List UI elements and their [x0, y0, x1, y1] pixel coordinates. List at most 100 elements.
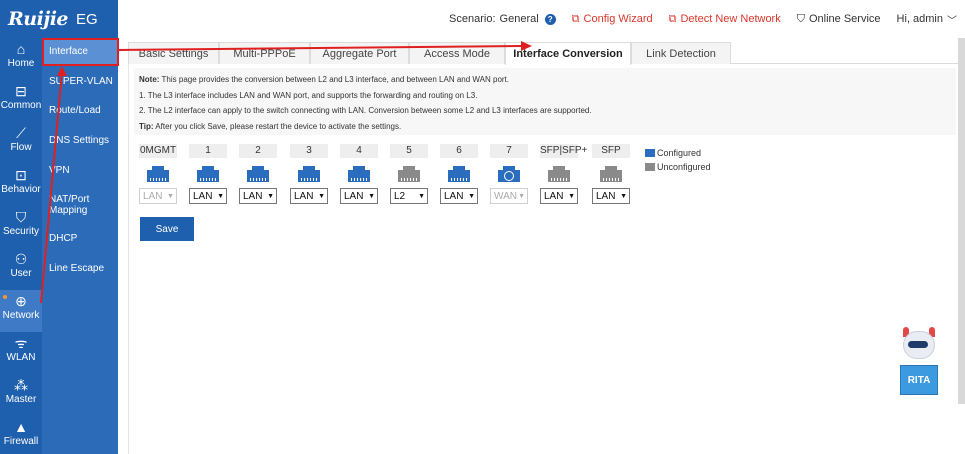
online-service-label: Online Service: [808, 13, 881, 25]
subnav-nat-port-mapping[interactable]: NAT/Port Mapping: [42, 194, 102, 216]
nav-label: Network: [2, 310, 40, 321]
active-indicator-dot: [3, 295, 7, 299]
detect-network-link[interactable]: ⧉ Detect New Network: [669, 13, 781, 26]
tip-text: After you click Save, please restart the…: [155, 121, 402, 131]
home-icon: ⌂: [16, 41, 26, 57]
nav-security[interactable]: ⛉ Security: [0, 206, 42, 248]
wifi-icon: ᯤ: [14, 335, 28, 351]
port-mode-value: WAN: [494, 190, 517, 202]
wan-globe-port-icon: [498, 166, 520, 182]
chevron-down-icon: ▼: [318, 192, 325, 200]
brand-logo: Ruijie: [8, 8, 69, 30]
port-mode-value: LAN: [444, 190, 464, 202]
help-icon[interactable]: ?: [544, 13, 556, 25]
chevron-down-icon: ▼: [620, 192, 627, 200]
content-panel: Note: This page provides the conversion …: [128, 64, 960, 454]
port-mode-select[interactable]: L2 ▼: [390, 188, 428, 204]
online-service-link[interactable]: ⛉ Online Service: [797, 13, 881, 26]
port-0mgmt: 0MGMT LAN ▼: [139, 144, 177, 204]
note-label: Note:: [139, 75, 160, 84]
port-sfp: SFP LAN ▼: [592, 144, 630, 204]
port-legend: Configured Unconfigured: [645, 146, 711, 174]
subnav-dhcp[interactable]: DHCP: [42, 233, 118, 244]
nav-network[interactable]: ⊕ Network: [0, 290, 42, 332]
port-mode-value: LAN: [243, 190, 263, 202]
master-icon: ⁂: [14, 377, 28, 393]
tab-aggregate-port[interactable]: Aggregate Port: [310, 42, 409, 64]
nav-label: Security: [2, 226, 40, 237]
port-mode-value: LAN: [143, 190, 163, 202]
ethernet-port-icon: [448, 166, 470, 182]
nav-user[interactable]: ⚇ User: [0, 248, 42, 290]
port-mode-select: WAN ▼: [490, 188, 528, 204]
nav-label: Behavior: [1, 184, 41, 195]
top-bar: Ruijie EG Scenario: General ? ⧉ Config W…: [0, 0, 965, 38]
nav-common[interactable]: ⊟ Common: [0, 80, 42, 122]
tab-multi-pppoe[interactable]: Multi-PPPoE: [219, 42, 310, 64]
tab-link-detection[interactable]: Link Detection: [631, 42, 731, 64]
scenario-selector[interactable]: Scenario: General ?: [449, 13, 556, 25]
ethernet-port-icon: [548, 166, 570, 182]
page-scrollbar[interactable]: [958, 38, 965, 404]
configured-port-icon: [645, 149, 655, 157]
ethernet-port-icon: [348, 166, 370, 182]
tab-interface-conversion[interactable]: Interface Conversion: [505, 42, 631, 65]
notice-line-1: 1. The L3 interface includes LAN and WAN…: [139, 90, 478, 100]
nav-home[interactable]: ⌂ Home: [0, 38, 42, 80]
subnav-super-vlan[interactable]: SUPER-VLAN: [42, 76, 118, 87]
port-mode-select[interactable]: LAN ▼: [440, 188, 478, 204]
nav-label: Flow: [10, 142, 32, 153]
subnav-dns-settings[interactable]: DNS Settings: [42, 135, 118, 146]
nav-flow[interactable]: ⟋ Flow: [0, 122, 42, 164]
subnav-line-escape[interactable]: Line Escape: [42, 263, 118, 274]
rita-badge: RITA: [900, 365, 938, 395]
chevron-down-icon: ▼: [217, 192, 224, 200]
config-wizard-label: Config Wizard: [583, 13, 653, 25]
port-mode-select[interactable]: LAN ▼: [592, 188, 630, 204]
config-wizard-link[interactable]: ⧉ Config Wizard: [572, 13, 653, 26]
detect-network-label: Detect New Network: [680, 13, 781, 25]
scenario-value: General: [499, 13, 539, 25]
rita-assistant[interactable]: RITA: [897, 327, 941, 399]
user-icon: ⚇: [14, 251, 28, 267]
chevron-down-icon: ﹀: [947, 15, 957, 27]
subnav-interface[interactable]: Interface: [42, 38, 118, 64]
port-label: 3: [290, 144, 328, 158]
firewall-icon: ▲: [14, 419, 28, 435]
chevron-down-icon: ▼: [468, 192, 475, 200]
port-5: 5 L2 ▼: [390, 144, 428, 204]
user-menu[interactable]: Hi, admin ﹀: [897, 12, 957, 27]
tab-access-mode[interactable]: Access Mode: [409, 42, 505, 64]
chevron-down-icon: ▼: [167, 192, 174, 200]
detect-icon: ⧉: [668, 12, 677, 25]
tab-basic-settings[interactable]: Basic Settings: [128, 42, 219, 64]
robot-visor-icon: [908, 341, 928, 348]
nav-master[interactable]: ⁂ Master: [0, 374, 42, 416]
port-mode-select[interactable]: LAN ▼: [189, 188, 227, 204]
port-mode-select[interactable]: LAN ▼: [239, 188, 277, 204]
ethernet-port-icon: [247, 166, 269, 182]
nav-behavior[interactable]: ⊡ Behavior: [0, 164, 42, 206]
port-label: 2: [239, 144, 277, 158]
port-7: 7 WAN ▼: [490, 144, 528, 204]
notice-line-2: 2. The L2 interface can apply to the swi…: [139, 106, 592, 115]
subnav-route-load[interactable]: Route/Load: [42, 105, 118, 116]
chevron-down-icon: ▼: [418, 192, 425, 200]
port-mode-select[interactable]: LAN ▼: [290, 188, 328, 204]
port-mode-value: LAN: [596, 190, 616, 202]
port-label: 7: [490, 144, 528, 158]
port-label: SFP|SFP+: [540, 144, 588, 158]
user-greeting: Hi, admin: [896, 13, 943, 25]
nav-wlan[interactable]: ᯤ WLAN: [0, 332, 42, 374]
subnav-vpn[interactable]: VPN: [42, 165, 118, 176]
nav-label: Firewall: [3, 436, 39, 447]
port-mode-select[interactable]: LAN ▼: [540, 188, 578, 204]
port-mode-select[interactable]: LAN ▼: [340, 188, 378, 204]
port-mode-value: L2: [394, 190, 406, 202]
legend-unconfigured: Unconfigured: [645, 160, 711, 174]
ethernet-port-icon: [298, 166, 320, 182]
nav-firewall[interactable]: ▲ Firewall: [0, 416, 42, 454]
behavior-icon: ⊡: [15, 167, 27, 183]
save-button[interactable]: Save: [140, 217, 194, 241]
briefcase-icon: ⊟: [15, 83, 27, 99]
